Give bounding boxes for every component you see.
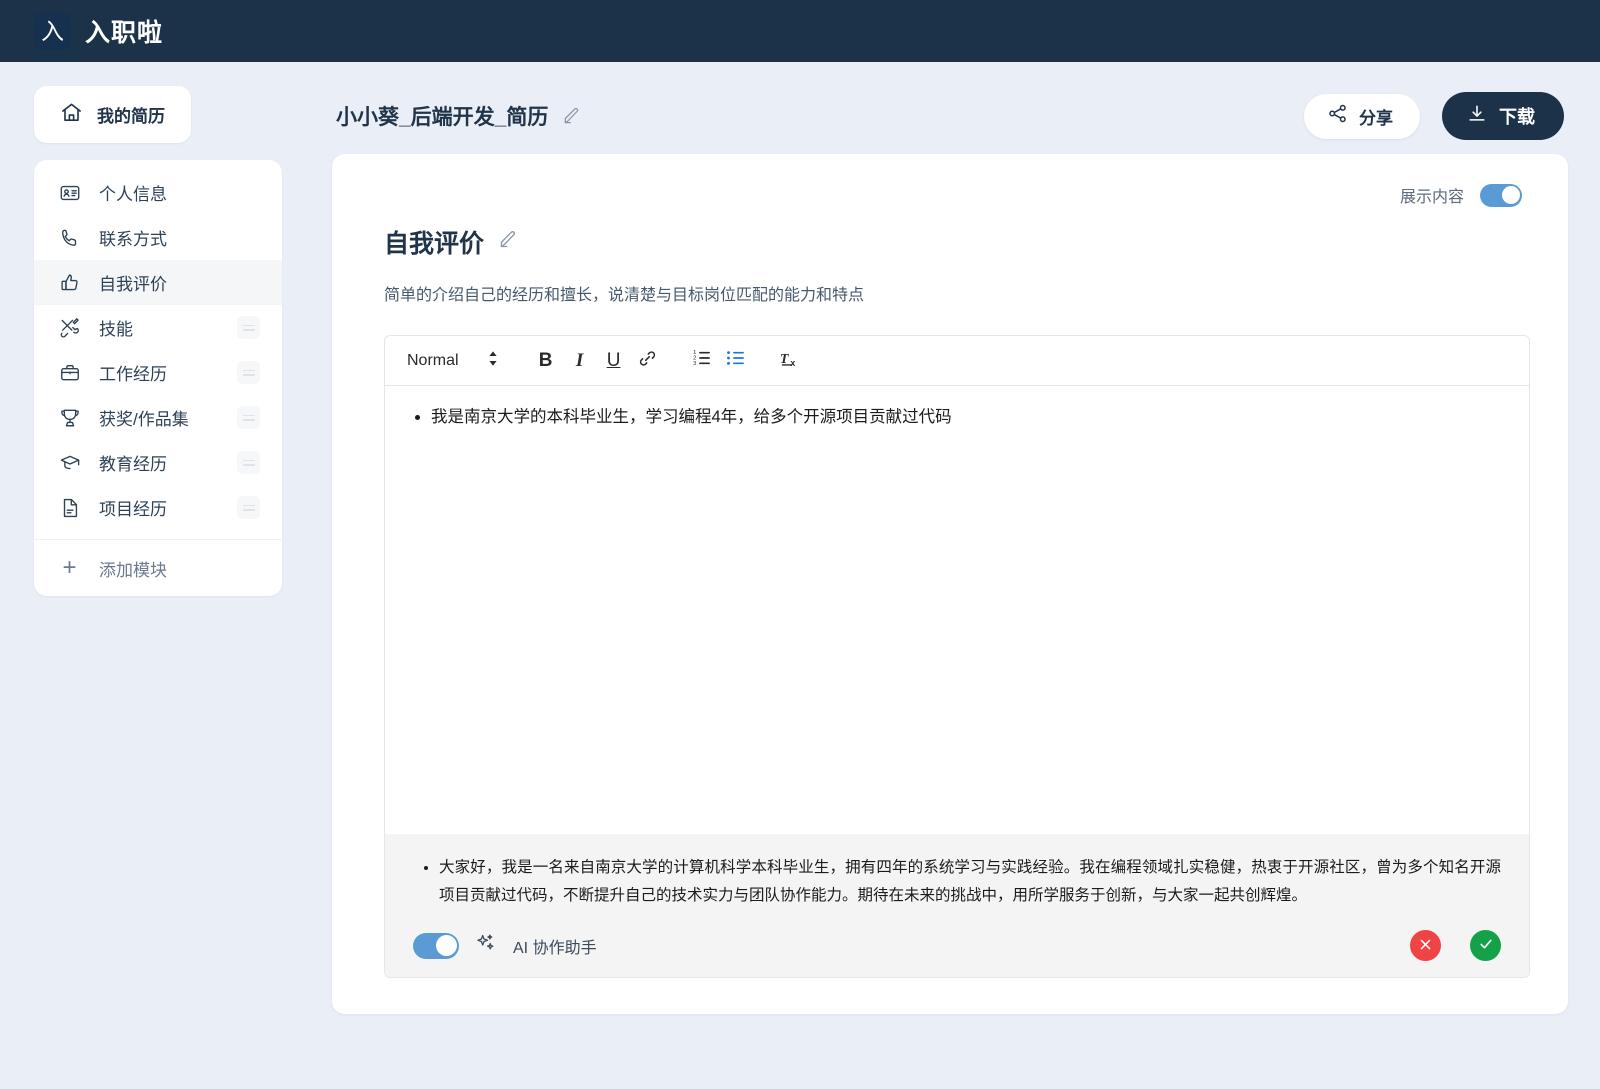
editor-content[interactable]: 我是南京大学的本科毕业生，学习编程4年，给多个开源项目贡献过代码 大家好，我是一… (385, 386, 1529, 977)
underline-label: U (607, 351, 621, 370)
sidebar-item-skills[interactable]: 技能 (34, 305, 282, 350)
close-x-icon (1418, 937, 1433, 955)
underline-button[interactable]: U (597, 344, 631, 378)
main-content: 小小葵_后端开发_简历 分享 (282, 86, 1568, 1089)
document-toolbar: 小小葵_后端开发_简历 分享 (332, 86, 1568, 146)
rich-text-editor: Normal B I U (384, 335, 1530, 978)
content-panel: 展示内容 自我评价 简单的介绍自己的经历和擅长，说清楚与目标岗位匹配的能力和特点… (332, 154, 1568, 1014)
accept-suggestion-button[interactable] (1470, 930, 1501, 961)
svg-text:x: x (790, 357, 795, 367)
ai-suggestion-block: 大家好，我是一名来自南京大学的计算机科学本科毕业生，拥有四年的系统学习与实践经验… (385, 834, 1529, 977)
ai-suggestion-list: 大家好，我是一名来自南京大学的计算机科学本科毕业生，拥有四年的系统学习与实践经验… (413, 854, 1501, 910)
add-module-label: 添加模块 (99, 556, 167, 581)
toggle-knob (436, 935, 457, 956)
sidebar-label: 项目经历 (99, 495, 219, 520)
sparkle-icon (475, 932, 497, 959)
id-card-icon (58, 181, 81, 204)
edit-pencil-icon[interactable] (562, 106, 582, 126)
download-icon (1466, 103, 1488, 130)
tools-icon (58, 316, 81, 339)
sidebar-nav: 个人信息 联系方式 自我评价 (34, 160, 282, 596)
page-title: 小小葵_后端开发_简历 (336, 101, 548, 131)
app-header: 入 入职啦 (0, 0, 1600, 62)
block-format-select[interactable]: Normal (403, 350, 509, 372)
toggle-knob (1502, 186, 1520, 204)
sidebar-item-self-evaluation[interactable]: 自我评价 (34, 260, 282, 305)
download-button[interactable]: 下载 (1442, 92, 1564, 140)
svg-text:3: 3 (693, 361, 696, 367)
bullet-list-icon (726, 348, 746, 373)
sidebar-item-projects[interactable]: 项目经历 (34, 485, 282, 530)
chevron-updown-icon (487, 350, 499, 372)
sidebar-label: 联系方式 (99, 225, 260, 250)
show-content-toggle[interactable] (1480, 184, 1522, 207)
document-icon (58, 496, 81, 519)
editor-bullet-list: 我是南京大学的本科毕业生，学习编程4年，给多个开源项目贡献过代码 (407, 404, 1507, 430)
app-title: 入职啦 (85, 13, 163, 49)
sidebar-item-personal-info[interactable]: 个人信息 (34, 170, 282, 215)
sidebar-item-education[interactable]: 教育经历 (34, 440, 282, 485)
sidebar: 我的简历 个人信息 联系方式 (34, 86, 282, 1089)
italic-label: I (576, 351, 583, 370)
sidebar-label: 教育经历 (99, 450, 219, 475)
share-label: 分享 (1359, 104, 1393, 129)
section-subtitle: 简单的介绍自己的经历和擅长，说清楚与目标岗位匹配的能力和特点 (384, 281, 1530, 305)
bullet-list-button[interactable] (719, 344, 753, 378)
add-module-button[interactable]: + 添加模块 (34, 540, 282, 596)
check-icon (1478, 936, 1494, 955)
app-logo-icon: 入 (34, 13, 71, 50)
editor-toolbar: Normal B I U (385, 336, 1529, 386)
drag-handle-icon[interactable] (237, 316, 260, 339)
page-body: 我的简历 个人信息 联系方式 (0, 62, 1600, 1089)
reject-suggestion-button[interactable] (1410, 930, 1441, 961)
sidebar-item-contact[interactable]: 联系方式 (34, 215, 282, 260)
sidebar-item-my-resume[interactable]: 我的简历 (34, 86, 191, 143)
share-button[interactable]: 分享 (1304, 94, 1420, 139)
download-label: 下载 (1499, 103, 1535, 129)
graduation-cap-icon (58, 451, 81, 474)
bold-label: B (539, 351, 553, 370)
editor-bullet-item: 我是南京大学的本科毕业生，学习编程4年，给多个开源项目贡献过代码 (431, 404, 1507, 430)
editor-blank-space[interactable] (407, 430, 1507, 833)
clear-format-button[interactable]: T x (773, 344, 807, 378)
ai-assistant-toggle[interactable] (413, 933, 459, 959)
my-resume-label: 我的简历 (97, 102, 165, 127)
clear-format-icon: T x (779, 348, 800, 374)
drag-handle-icon[interactable] (237, 361, 260, 384)
ordered-list-button[interactable]: 123 (685, 344, 719, 378)
drag-handle-icon[interactable] (237, 496, 260, 519)
briefcase-icon (58, 361, 81, 384)
thumbs-up-icon (58, 271, 81, 294)
sidebar-label: 工作经历 (99, 360, 219, 385)
show-content-label: 展示内容 (1400, 183, 1464, 207)
ai-suggestion-item: 大家好，我是一名来自南京大学的计算机科学本科毕业生，拥有四年的系统学习与实践经验… (439, 854, 1501, 910)
drag-handle-icon[interactable] (237, 451, 260, 474)
sidebar-label: 自我评价 (99, 270, 260, 295)
sidebar-item-work-experience[interactable]: 工作经历 (34, 350, 282, 395)
bold-button[interactable]: B (529, 344, 563, 378)
section-title: 自我评价 (384, 224, 484, 260)
sidebar-item-awards[interactable]: 获奖/作品集 (34, 395, 282, 440)
plus-icon: + (58, 556, 81, 580)
drag-handle-icon[interactable] (237, 406, 260, 429)
sidebar-label: 技能 (99, 315, 219, 340)
ordered-list-icon: 123 (692, 348, 712, 373)
sidebar-label: 个人信息 (99, 180, 260, 205)
ai-assistant-label: AI 协作助手 (513, 934, 597, 958)
phone-icon (58, 226, 81, 249)
show-content-row: 展示内容 (384, 176, 1530, 214)
italic-button[interactable]: I (563, 344, 597, 378)
home-icon (60, 101, 83, 129)
edit-pencil-icon[interactable] (498, 229, 519, 255)
trophy-icon (58, 406, 81, 429)
block-format-value: Normal (407, 352, 459, 370)
link-icon (638, 349, 657, 373)
ai-assistant-bar: AI 协作助手 (413, 930, 1501, 961)
sidebar-label: 获奖/作品集 (99, 405, 219, 430)
link-button[interactable] (631, 344, 665, 378)
section-header: 自我评价 (384, 224, 1530, 260)
share-icon (1327, 103, 1348, 129)
